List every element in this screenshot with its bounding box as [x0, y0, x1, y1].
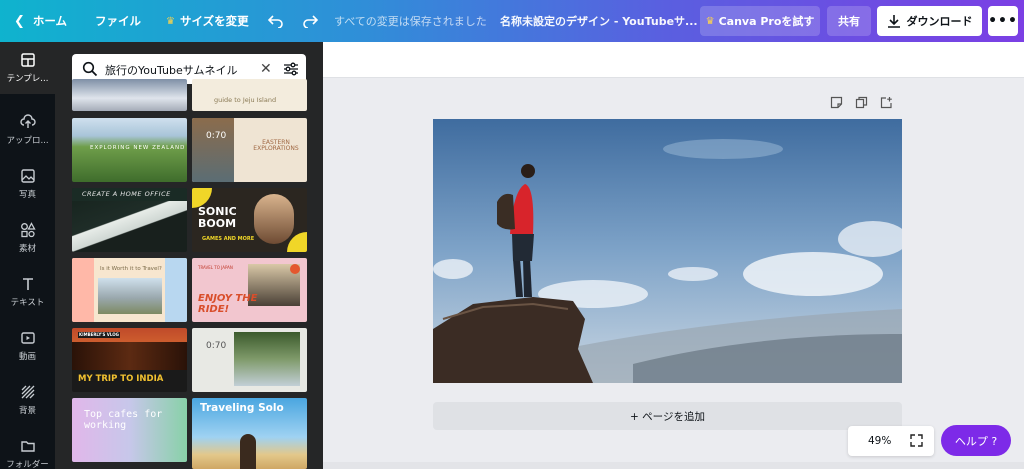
- template-icon: [20, 53, 35, 67]
- template-thumbnail[interactable]: TRAVEL TO JAPAN ENJOY THE RIDE!: [192, 258, 307, 322]
- note-icon[interactable]: [830, 96, 843, 109]
- crown-icon: ♛: [166, 15, 175, 27]
- file-menu-button[interactable]: ファイル: [95, 0, 141, 42]
- horizontal-scrollbar[interactable]: [323, 462, 1024, 469]
- text-icon: [22, 278, 33, 290]
- chevron-left-icon: ❮: [14, 13, 25, 29]
- download-button[interactable]: ダウンロード: [877, 6, 982, 36]
- page-tools: [830, 96, 893, 109]
- mountain-hiker-image: [433, 119, 902, 383]
- design-canvas-image[interactable]: [433, 119, 902, 383]
- nav-background[interactable]: 背景: [0, 374, 55, 426]
- nav-photos[interactable]: 写真: [0, 158, 55, 210]
- duplicate-page-icon[interactable]: [855, 96, 868, 109]
- elements-icon: [20, 222, 36, 238]
- add-page-button[interactable]: + ページを追加: [433, 402, 902, 430]
- top-bar: ❮ ホーム ファイル ♛ サイズを変更 すべての変更は保存されました 名称未設定…: [0, 0, 1024, 42]
- canvas-toolbar: [323, 42, 1024, 78]
- redo-icon: [303, 15, 318, 28]
- video-icon: [20, 332, 35, 344]
- nav-templates[interactable]: テンプレ...: [0, 42, 55, 94]
- add-page-icon[interactable]: [880, 96, 893, 109]
- template-panel: 旅行のYouTubeサムネイル ✕ guide to Jeju Island E…: [55, 42, 323, 469]
- search-input[interactable]: 旅行のYouTubeサムネイル: [105, 62, 238, 78]
- nav-folder[interactable]: フォルダー: [0, 428, 55, 469]
- background-icon: [21, 385, 34, 399]
- design-title[interactable]: 名称未設定のデザイン - YouTubeサ...: [500, 0, 698, 42]
- search-icon: [82, 61, 98, 77]
- zoom-level[interactable]: 49%: [868, 435, 891, 447]
- resize-button[interactable]: ♛ サイズを変更: [166, 0, 249, 42]
- nav-elements[interactable]: 素材: [0, 212, 55, 264]
- nav-video[interactable]: 動画: [0, 320, 55, 372]
- fullscreen-icon[interactable]: [910, 434, 923, 447]
- template-thumbnail[interactable]: Traveling Solo: [192, 398, 307, 469]
- upload-icon: [19, 114, 36, 128]
- template-thumbnail[interactable]: KIMBERLY'S VLOG MY TRIP TO INDIA: [72, 328, 187, 392]
- download-icon: [887, 15, 900, 28]
- template-thumbnail[interactable]: [72, 79, 187, 111]
- redo-button[interactable]: [302, 0, 318, 42]
- left-nav: テンプレ... アップロ... 写真 素材 テキスト 動画 背景 フォルダー: [0, 42, 55, 469]
- try-canva-pro-button[interactable]: ♛ Canva Proを試す: [700, 6, 820, 36]
- template-thumbnail[interactable]: 0:70 EASTERN EXPLORATIONS: [192, 118, 307, 182]
- undo-icon: [268, 15, 283, 28]
- template-thumbnail[interactable]: SONIC BOOM GAMES AND MORE: [192, 188, 307, 252]
- zoom-control[interactable]: 49%: [848, 426, 934, 456]
- template-thumbnail[interactable]: Is it Worth it to Travel?: [72, 258, 187, 322]
- help-button[interactable]: ヘルプ ?: [941, 425, 1011, 456]
- template-thumbnail[interactable]: EXPLORING NEW ZEALAND: [72, 118, 187, 182]
- share-button[interactable]: 共有: [827, 6, 871, 36]
- template-thumbnail[interactable]: Top cafes for working: [72, 398, 187, 462]
- nav-uploads[interactable]: アップロ...: [0, 104, 55, 156]
- template-thumbnail[interactable]: guide to Jeju Island: [192, 79, 307, 111]
- clear-search-icon[interactable]: ✕: [260, 61, 272, 77]
- folder-icon: [20, 441, 35, 452]
- more-button[interactable]: •••: [988, 6, 1018, 36]
- crown-icon: ♛: [705, 15, 715, 27]
- home-button[interactable]: ❮ ホーム: [14, 0, 67, 42]
- save-status: すべての変更は保存されました: [334, 15, 487, 28]
- photo-icon: [20, 169, 35, 183]
- template-thumbnail[interactable]: 0:70: [192, 328, 307, 392]
- filter-icon[interactable]: [283, 61, 299, 77]
- undo-button[interactable]: [268, 0, 284, 42]
- nav-text[interactable]: テキスト: [0, 266, 55, 318]
- template-thumbnail[interactable]: CREATE A HOME OFFICE: [72, 188, 187, 252]
